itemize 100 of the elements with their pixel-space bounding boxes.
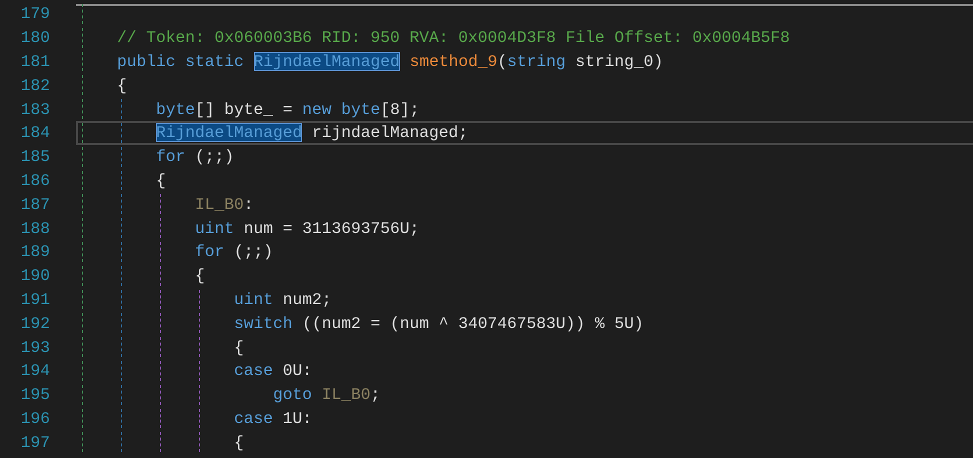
indent-guide <box>160 218 161 238</box>
indent-guide <box>82 313 83 334</box>
code-text: { <box>234 432 244 452</box>
indent-guide <box>121 122 122 143</box>
indent-guide <box>160 337 161 357</box>
code-keyword: goto <box>273 385 314 404</box>
code-comment: // Token: 0x060003B6 RID: 950 RVA: 0x0004D3F8 File Offset: 0x0004B5F8 <box>117 28 790 48</box>
indent-guide <box>82 75 83 96</box>
highlighted-symbol: RijndaelManaged <box>254 52 400 71</box>
indent-guide <box>199 360 200 381</box>
indent-guide <box>82 242 83 262</box>
indent-guide <box>160 432 161 452</box>
indent-guide <box>121 218 122 238</box>
indent-guide <box>160 194 161 214</box>
code-text: ; <box>370 385 380 404</box>
highlighted-symbol: RijndaelManaged <box>156 123 302 142</box>
line-number: 182 <box>20 76 50 95</box>
indent-guide <box>121 170 122 190</box>
indent-guide <box>121 194 122 214</box>
line-number: 193 <box>20 338 50 357</box>
indent-guide <box>82 432 83 452</box>
indent-guide <box>199 337 200 357</box>
line-number: 185 <box>20 147 50 166</box>
indent-guide <box>82 28 83 48</box>
line-number: 180 <box>20 28 50 48</box>
code-text: num = 3113693756U; <box>242 218 420 238</box>
code-text: string_0) <box>574 52 664 71</box>
code-text: : <box>244 194 254 214</box>
line-number: 184 <box>20 123 50 142</box>
code-keyword: for <box>195 242 224 262</box>
indent-guide <box>160 408 161 428</box>
indent-guide <box>82 337 83 357</box>
code-text: { <box>117 76 127 95</box>
line-number: 197 <box>20 432 50 452</box>
indent-guide <box>121 408 122 428</box>
code-keyword: string <box>507 52 566 71</box>
line-number: 192 <box>20 314 50 333</box>
code-keyword: switch <box>234 314 293 333</box>
code-text: 1U: <box>282 408 312 428</box>
code-keyword: new byte <box>302 100 380 119</box>
indent-guide <box>199 384 200 405</box>
code-text: [8]; <box>380 100 420 119</box>
code-text: 0U: <box>282 361 312 380</box>
indent-guide <box>121 384 122 405</box>
code-label: IL_B0 <box>322 385 371 404</box>
indent-guide <box>121 146 122 167</box>
indent-guide <box>160 242 161 262</box>
code-text: rijndaelManaged; <box>311 123 468 142</box>
line-number: 195 <box>20 385 50 404</box>
indent-guide <box>82 4 83 24</box>
indent-guide <box>160 266 161 286</box>
line-number: 186 <box>20 170 50 190</box>
code-keyword: uint <box>195 218 234 238</box>
indent-guide <box>121 337 122 357</box>
code-keyword: case <box>234 361 274 380</box>
indent-guide <box>121 290 122 310</box>
line-number: 196 <box>20 408 50 428</box>
indent-guide <box>160 360 161 381</box>
indent-guide <box>121 242 122 262</box>
line-number: 191 <box>20 290 50 309</box>
method-name: smethod_9 <box>408 52 498 71</box>
indent-guide <box>82 170 83 190</box>
code-keyword: uint <box>234 290 274 309</box>
indent-guide <box>160 384 161 405</box>
indent-guide <box>121 313 122 334</box>
indent-guide <box>82 99 83 119</box>
code-text: { <box>234 338 244 357</box>
indent-guide <box>82 218 83 238</box>
line-number: 183 <box>20 100 50 119</box>
code-keyword: public static <box>117 52 245 71</box>
code-text: (;;) <box>233 242 274 262</box>
line-number: 190 <box>20 266 50 286</box>
indent-guide <box>121 266 122 286</box>
indent-guide <box>199 432 200 452</box>
indent-guide <box>82 290 83 310</box>
indent-guide <box>160 313 161 334</box>
line-number: 189 <box>20 242 50 262</box>
indent-guide <box>199 408 200 428</box>
indent-guide <box>160 290 161 310</box>
line-number: 187 <box>20 194 50 214</box>
indent-guide <box>199 290 200 310</box>
indent-guide <box>199 313 200 334</box>
code-text: [] byte_ = <box>195 100 294 119</box>
indent-guide <box>82 122 83 143</box>
code-text: { <box>195 266 205 286</box>
code-label: IL_B0 <box>195 194 244 214</box>
code-text: { <box>156 170 166 190</box>
indent-guide <box>82 384 83 405</box>
line-number: 179 <box>20 4 50 24</box>
code-keyword: for <box>156 147 186 166</box>
code-text: ((num2 = (num ^ 3407467583U)) % 5U) <box>301 314 644 333</box>
indent-guide <box>82 194 83 214</box>
line-number: 194 <box>20 361 50 380</box>
code-keyword: byte <box>156 100 196 119</box>
code-text: num2; <box>282 290 332 309</box>
indent-guide <box>121 432 122 452</box>
indent-guide <box>82 408 83 428</box>
line-number: 181 <box>20 52 50 71</box>
indent-guide <box>82 146 83 167</box>
code-text: (;;) <box>194 147 234 166</box>
